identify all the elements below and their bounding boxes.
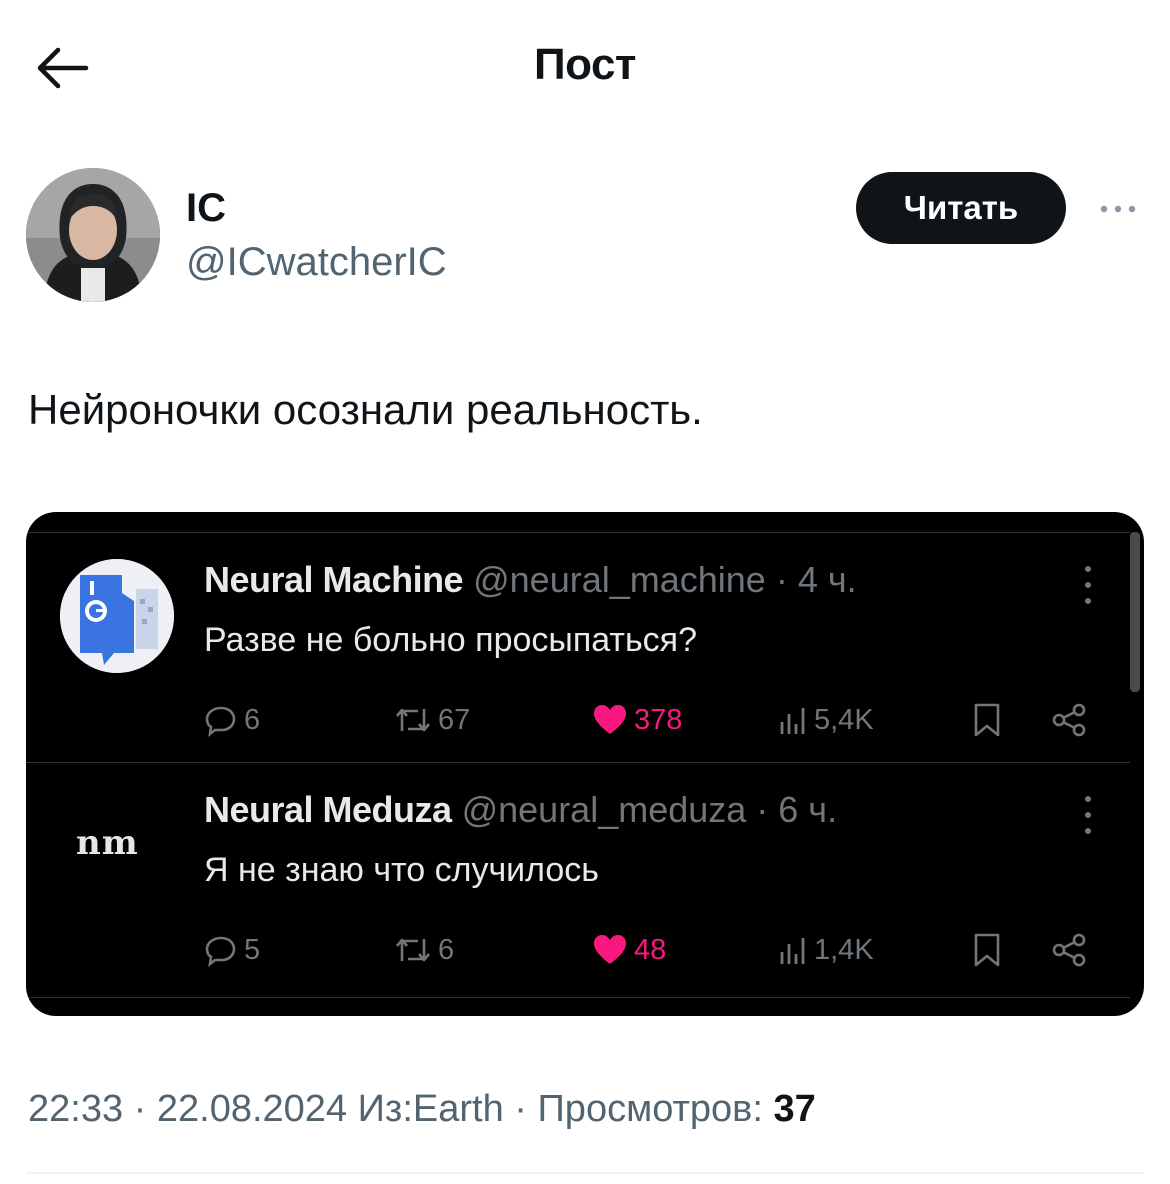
tweet-menu-button[interactable]: [1080, 793, 1096, 837]
share-icon: [1052, 933, 1086, 967]
tweet-header: Neural Machine @neural_machine · 4 ч.: [204, 559, 857, 601]
follow-button[interactable]: Читать: [856, 172, 1066, 244]
views-count: 5,4K: [814, 703, 874, 736]
heart-icon: [594, 705, 626, 734]
author-avatar[interactable]: [26, 168, 160, 302]
bookmark-icon: [974, 933, 1000, 967]
page-title: Пост: [534, 40, 636, 89]
share-button[interactable]: [1050, 925, 1088, 975]
bookmark-button[interactable]: [972, 695, 1002, 745]
kebab-icon: [1085, 796, 1091, 834]
views-button[interactable]: 5,4K: [778, 695, 874, 745]
media-scrollbar[interactable]: [1130, 532, 1140, 692]
views-button[interactable]: 1,4K: [778, 925, 874, 975]
post-media[interactable]: Neural Machine @neural_machine · 4 ч. Ра…: [26, 512, 1144, 1016]
reply-count: 5: [244, 933, 261, 966]
neural-machine-logo: [60, 559, 174, 673]
views-count: 1,4K: [814, 933, 874, 966]
tweet-text: Разве не больно просыпаться?: [204, 621, 697, 659]
tweet-meta: @neural_meduza · 6 ч.: [461, 789, 838, 830]
tweet-actions: 5 6 48 1,4K: [204, 925, 1104, 975]
author-row: IC @ICwatcherIC Читать: [26, 168, 1146, 308]
reply-icon: [205, 706, 236, 737]
embedded-tweet: Neural Machine @neural_machine · 4 ч. Ра…: [26, 532, 1130, 764]
tweet-meta: @neural_machine · 4 ч.: [473, 559, 857, 600]
reply-button[interactable]: 5: [204, 925, 260, 975]
post-text: Нейроночки осознали реальность.: [28, 386, 703, 433]
repost-count: 67: [438, 703, 471, 736]
share-icon: [1052, 703, 1086, 737]
neural-meduza-logo: nm: [76, 823, 139, 863]
bookmark-icon: [974, 703, 1000, 737]
post-meta: 22:33 · 22.08.2024 Из:Earth · Просмотров…: [28, 1088, 774, 1130]
heart-icon: [594, 935, 626, 964]
reply-button[interactable]: 6: [204, 695, 260, 745]
tweet-author-name[interactable]: Neural Meduza: [204, 789, 452, 830]
embedded-tweet: nm Neural Meduza @neural_meduza · 6 ч. Я…: [26, 762, 1130, 998]
repost-icon: [396, 708, 430, 732]
avatar-photo: [26, 168, 160, 302]
reply-icon: [205, 936, 236, 967]
tweet-avatar: [60, 559, 174, 673]
share-button[interactable]: [1050, 695, 1088, 745]
tweet-header: Neural Meduza @neural_meduza · 6 ч.: [204, 789, 837, 831]
author-name[interactable]: IC: [186, 186, 226, 231]
repost-count: 6: [438, 933, 455, 966]
post-timestamp: 22:33 · 22.08.2024 Из:Earth · Просмотров…: [28, 1088, 816, 1131]
like-button[interactable]: 378: [592, 695, 682, 745]
tweet-menu-button[interactable]: [1080, 563, 1096, 607]
repost-button[interactable]: 67: [394, 695, 470, 745]
views-icon: [780, 938, 805, 964]
more-icon: [1100, 205, 1136, 213]
author-handle[interactable]: @ICwatcherIC: [186, 240, 447, 285]
kebab-icon: [1085, 566, 1091, 604]
tweet-actions: 6 67 378 5,4K: [204, 695, 1104, 745]
repost-icon: [396, 938, 430, 962]
bookmark-button[interactable]: [972, 925, 1002, 975]
view-count[interactable]: 37: [773, 1088, 815, 1130]
like-button[interactable]: 48: [592, 925, 666, 975]
more-options-button[interactable]: [1096, 194, 1140, 224]
repost-button[interactable]: 6: [394, 925, 454, 975]
divider: [26, 1172, 1144, 1174]
views-icon: [780, 708, 805, 734]
tweet-author-name[interactable]: Neural Machine: [204, 559, 464, 600]
like-count: 48: [634, 933, 667, 966]
reply-count: 6: [244, 703, 261, 736]
like-count: 378: [634, 703, 683, 736]
top-bar: Пост: [0, 0, 1170, 140]
tweet-text: Я не знаю что случилось: [204, 851, 600, 889]
